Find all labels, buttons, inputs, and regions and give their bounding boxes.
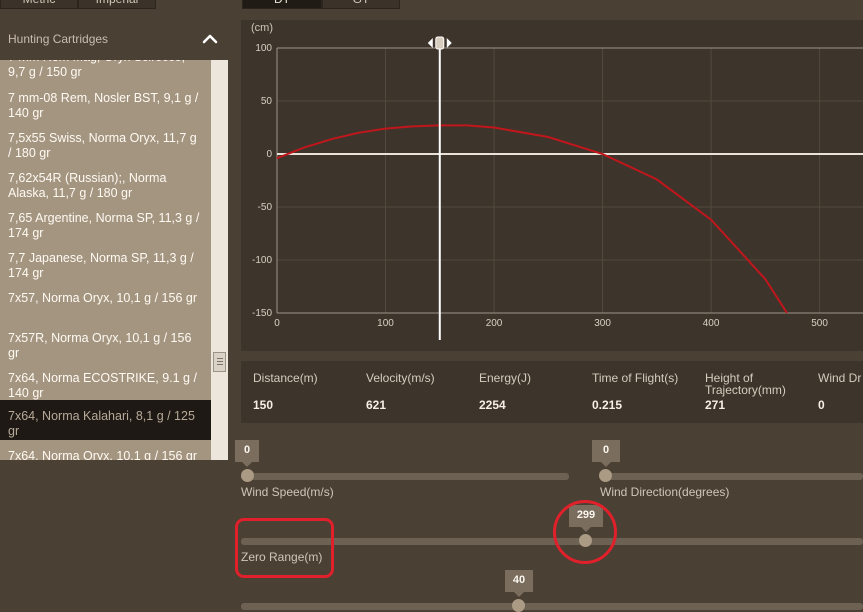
list-item[interactable]: 7,62x54R (Russian);, Norma Alaska, 11,7 … [0, 170, 211, 210]
x-tick-label: 100 [377, 318, 394, 329]
wind-speed-slider-knob[interactable] [241, 469, 254, 482]
scrollbar-thumb[interactable] [213, 352, 226, 372]
fourth-slider-knob[interactable] [512, 599, 525, 612]
list-item[interactable]: 7,7 Japanese, Norma SP, 11,3 g / 174 gr [0, 250, 211, 290]
tab-dt[interactable]: DT [242, 0, 322, 9]
annotation-box-zero-range [235, 518, 334, 578]
wind-speed-value-badge: 0 [235, 440, 259, 467]
wind-direction-value-badge: 0 [592, 440, 620, 467]
x-tick-labels: 0 100 200 300 400 500 [274, 318, 828, 329]
list-item[interactable]: 7x64, Norma Oryx, 10,1 g / 156 gr [0, 448, 211, 460]
wind-direction-slider-track[interactable] [600, 473, 863, 480]
tab-imperial[interactable]: Imperial [78, 0, 156, 9]
wind-speed-slider-track[interactable] [241, 473, 569, 480]
zero-range-slider-track[interactable] [241, 538, 863, 545]
y-tick-labels: 100 50 0 -50 -100 -150 [252, 43, 272, 319]
sidebar-header[interactable]: Hunting Cartridges [0, 20, 228, 60]
y-tick-label: 50 [261, 96, 273, 107]
tab-gt[interactable]: GT [322, 0, 400, 9]
list-scrollbar[interactable] [211, 60, 228, 460]
x-tick-label: 300 [594, 318, 611, 329]
stat-distance-label: Distance(m) [253, 371, 318, 385]
chart-grid [277, 48, 863, 313]
x-tick-label: 200 [486, 318, 503, 329]
sidebar-title: Hunting Cartridges [8, 32, 109, 46]
list-item[interactable]: 7 mm-08 Rem, Nosler BST, 9,1 g / 140 gr [0, 90, 211, 130]
cartridge-sidebar: Hunting Cartridges 7 mm Rem Mag, Oryx Sc… [0, 20, 228, 460]
list-item[interactable]: 7,5x55 Swiss, Norma Oryx, 11,7 g / 180 g… [0, 130, 211, 170]
list-item[interactable]: 7 mm Rem Mag, Oryx Scirocco, 9,7 g / 150… [0, 60, 211, 90]
stat-velocity-label: Velocity(m/s) [366, 371, 435, 385]
wind-speed-label: Wind Speed(m/s) [241, 485, 334, 499]
y-tick-label: -50 [258, 202, 273, 213]
stat-wind-drift-value: 0 [818, 398, 825, 412]
cursor-handle-grip [435, 36, 445, 50]
list-item[interactable]: 7,65 Argentine, Norma SP, 11,3 g / 174 g… [0, 210, 211, 250]
fourth-slider-value-badge: 40 [505, 570, 533, 597]
stat-height-value: 271 [705, 398, 726, 412]
stat-wind-drift-label: Wind Dr [818, 371, 862, 385]
x-tick-label: 500 [811, 318, 828, 329]
stat-time-of-flight-label: Time of Flight(s) [592, 371, 679, 385]
stat-energy-label: Energy(J) [479, 371, 532, 385]
x-tick-label: 400 [703, 318, 720, 329]
trajectory-chart[interactable]: 100500-50-100-150 0 100 200 300 400 500 [241, 20, 863, 340]
cursor-drag-handle[interactable] [427, 36, 452, 50]
cartridge-list[interactable]: 7 mm Rem Mag, Oryx Scirocco, 9,7 g / 150… [0, 60, 211, 460]
list-item[interactable]: 7x57, Norma Oryx, 10,1 g / 156 gr [0, 290, 211, 330]
trajectory-chart-panel: (cm) 100 50 0 -50 -100 -150 0 100 200 300 400 500 [241, 20, 863, 351]
stat-velocity-value: 621 [366, 398, 387, 412]
stat-height-label: Height of Trajectory(mm) [705, 371, 786, 397]
list-item-selected[interactable]: 7x64, Norma Kalahari, 8,1 g / 125 gr [0, 400, 211, 440]
fourth-slider-track[interactable] [241, 603, 863, 610]
stat-distance-value: 150 [253, 398, 274, 412]
chevron-up-icon[interactable] [202, 31, 218, 45]
tab-metric[interactable]: Metric [0, 0, 78, 9]
y-tick-label: -150 [252, 308, 272, 319]
wind-direction-slider-knob[interactable] [599, 469, 612, 482]
y-tick-label: -100 [252, 255, 272, 266]
annotation-circle-zero-knob [553, 500, 617, 564]
wind-direction-label: Wind Direction(degrees) [600, 485, 730, 499]
list-item[interactable]: 7x57R, Norma Oryx, 10,1 g / 156 gr [0, 330, 211, 370]
y-tick-label: 0 [266, 149, 272, 160]
x-tick-label: 0 [274, 318, 280, 329]
stat-energy-value: 2254 [479, 398, 506, 412]
stat-time-of-flight-value: 0.215 [592, 398, 623, 412]
stats-panel: Distance(m) 150 Velocity(m/s) 621 Energy… [241, 361, 863, 423]
y-tick-label: 100 [255, 43, 272, 54]
